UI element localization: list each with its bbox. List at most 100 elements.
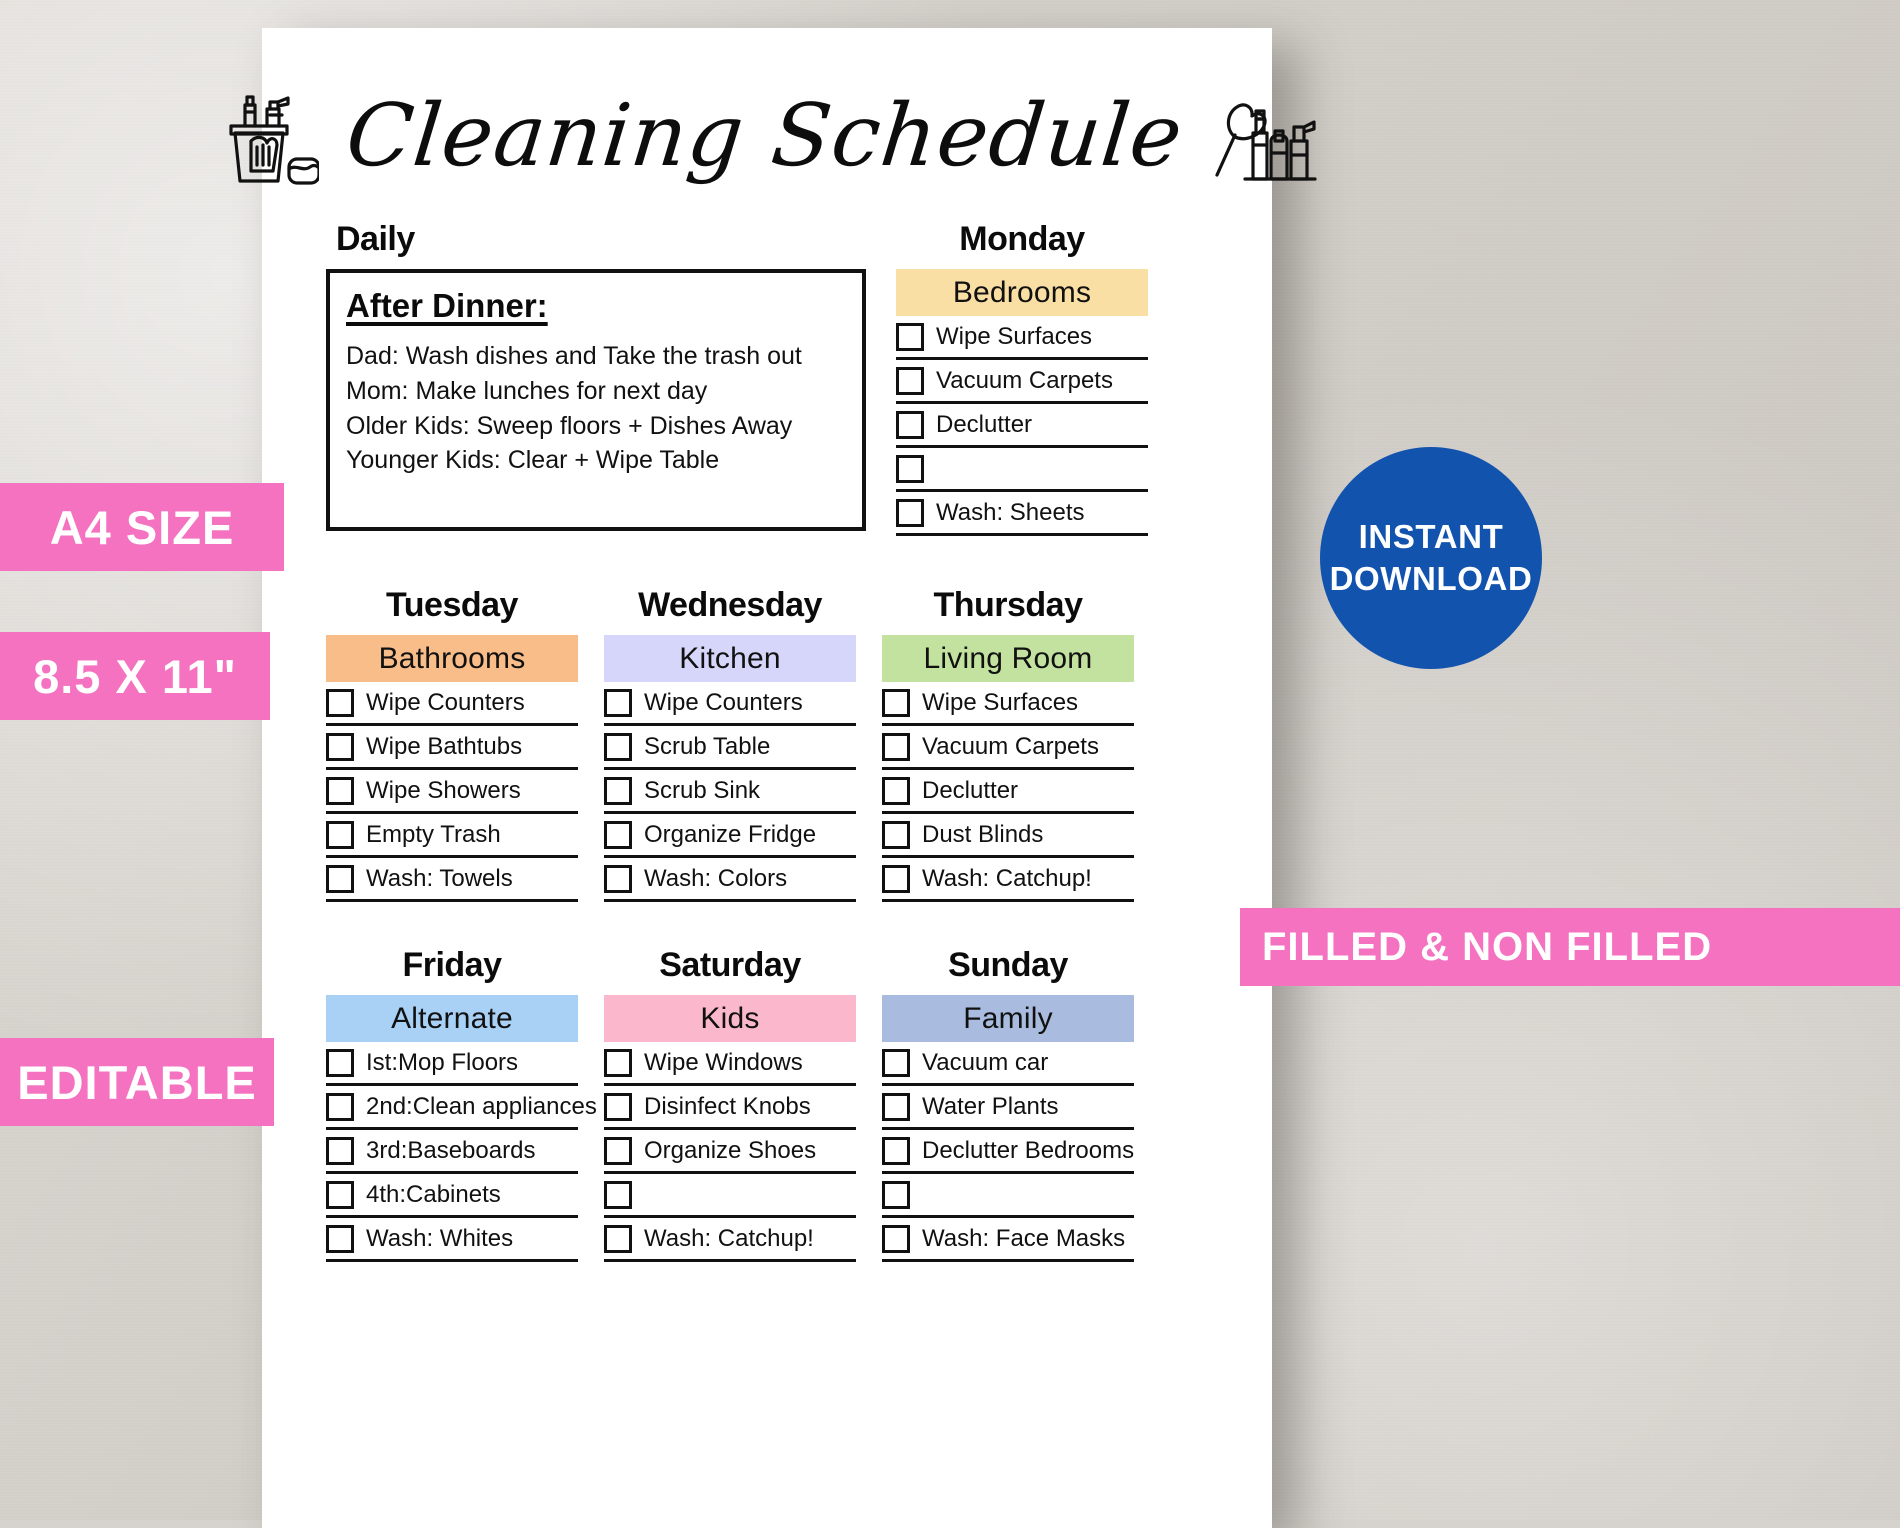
checkbox[interactable] [896, 322, 924, 351]
checkbox[interactable] [882, 1048, 910, 1077]
row-tue-wed-thu: Tuesday Bathrooms Wipe Counters Wipe Bat… [326, 586, 1248, 902]
checkbox[interactable] [882, 688, 910, 717]
task-row[interactable]: Scrub Table [604, 726, 856, 770]
task-row[interactable]: Wipe Counters [604, 682, 856, 726]
checkbox[interactable] [604, 864, 632, 893]
task-label: Water Plants [922, 1092, 1059, 1120]
task-row[interactable]: Water Plants [882, 1086, 1134, 1130]
daily-box: After Dinner: Dad: Wash dishes and Take … [326, 269, 866, 531]
task-row[interactable]: 3rd:Baseboards [326, 1130, 578, 1174]
task-row[interactable]: Wash: Catchup! [604, 1218, 856, 1262]
checkbox[interactable] [326, 1180, 354, 1209]
task-row[interactable]: Vacuum car [882, 1042, 1134, 1086]
task-label: Wipe Bathtubs [366, 732, 523, 760]
task-label: Wash: Sheets [936, 498, 1085, 526]
checkbox[interactable] [882, 864, 910, 893]
checkbox[interactable] [604, 820, 632, 849]
checkbox[interactable] [604, 732, 632, 761]
task-row[interactable]: Disinfect Knobs [604, 1086, 856, 1130]
day-name-monday: Monday [959, 220, 1085, 258]
checkbox[interactable] [896, 498, 924, 527]
task-row[interactable]: Declutter Bedrooms [882, 1130, 1134, 1174]
checkbox[interactable] [326, 732, 354, 761]
checkbox[interactable] [604, 1048, 632, 1077]
category-band-monday: Bedrooms [896, 269, 1148, 316]
task-row[interactable]: Wipe Bathtubs [326, 726, 578, 770]
daily-task-line: Mom: Make lunches for next day [346, 376, 708, 405]
task-row[interactable]: Vacuum Carpets [882, 726, 1134, 770]
checkbox[interactable] [896, 410, 924, 439]
checkbox[interactable] [882, 776, 910, 805]
task-row[interactable]: Wipe Counters [326, 682, 578, 726]
task-row[interactable] [882, 1174, 1134, 1218]
task-label: Vacuum Carpets [922, 732, 1099, 760]
task-label: Wipe Windows [644, 1048, 803, 1076]
checkbox[interactable] [326, 820, 354, 849]
task-row[interactable]: Wipe Surfaces [882, 682, 1134, 726]
day-column-wednesday: Wednesday Kitchen Wipe Counters Scrub Ta… [604, 586, 856, 902]
checkbox[interactable] [326, 864, 354, 893]
checkbox[interactable] [882, 732, 910, 761]
cleaning-bucket-icon [215, 85, 321, 194]
badge-dimensions: 8.5 X 11" [0, 632, 270, 720]
printable-sheet: Cleaning Schedule Daily After Dinner: Da… [229, 28, 1317, 1528]
task-row[interactable]: Wash: Colors [604, 858, 856, 902]
checkbox[interactable] [604, 1224, 632, 1253]
task-row[interactable]: Declutter [896, 404, 1148, 448]
task-row[interactable]: 4th:Cabinets [326, 1174, 578, 1218]
checkbox[interactable] [326, 688, 354, 717]
checkbox[interactable] [882, 820, 910, 849]
category-band-friday: Alternate [326, 995, 578, 1042]
checkbox[interactable] [326, 1224, 354, 1253]
task-row[interactable]: Wash: Face Masks [882, 1218, 1134, 1262]
task-label: Vacuum Carpets [936, 366, 1113, 394]
task-row[interactable]: Wash: Catchup! [882, 858, 1134, 902]
task-row[interactable]: Wipe Windows [604, 1042, 856, 1086]
checkbox[interactable] [896, 366, 924, 395]
task-row[interactable]: Scrub Sink [604, 770, 856, 814]
task-row[interactable]: Empty Trash [326, 814, 578, 858]
task-label: Empty Trash [366, 820, 501, 848]
checkbox[interactable] [604, 688, 632, 717]
task-label: Vacuum car [922, 1048, 1049, 1076]
checkbox[interactable] [896, 454, 924, 483]
badge-a4-size: A4 SIZE [0, 483, 284, 571]
task-label: Declutter [936, 410, 1033, 438]
daily-section: Daily After Dinner: Dad: Wash dishes and… [326, 220, 866, 531]
checkbox[interactable] [882, 1136, 910, 1165]
checkbox[interactable] [604, 1136, 632, 1165]
task-row[interactable]: Organize Shoes [604, 1130, 856, 1174]
checkbox[interactable] [326, 776, 354, 805]
checkbox[interactable] [604, 1180, 632, 1209]
task-row[interactable]: Wipe Surfaces [896, 316, 1148, 360]
task-row[interactable]: Ist:Mop Floors [326, 1042, 578, 1086]
task-row[interactable]: Vacuum Carpets [896, 360, 1148, 404]
task-row[interactable]: 2nd:Clean appliances [326, 1086, 597, 1130]
category-band-thursday: Living Room [882, 635, 1134, 682]
checkbox[interactable] [326, 1136, 354, 1165]
checkbox[interactable] [604, 776, 632, 805]
task-row[interactable]: Wash: Whites [326, 1218, 578, 1262]
task-row[interactable]: Declutter [882, 770, 1134, 814]
day-column-monday: Monday Bedrooms Wipe Surfaces Vacuum Car… [896, 220, 1148, 536]
task-row[interactable]: Wipe Showers [326, 770, 578, 814]
task-label: 3rd:Baseboards [366, 1136, 536, 1164]
daily-heading: Daily [336, 220, 415, 258]
day-name-saturday: Saturday [659, 946, 801, 984]
checkbox[interactable] [326, 1092, 354, 1121]
checkbox[interactable] [882, 1224, 910, 1253]
task-row[interactable]: Wash: Sheets [896, 492, 1148, 536]
badge-instant-line2: DOWNLOAD [1329, 560, 1533, 597]
checkbox[interactable] [882, 1180, 910, 1209]
task-row[interactable]: Dust Blinds [882, 814, 1134, 858]
badge-instant-download: INSTANT DOWNLOAD [1320, 447, 1542, 669]
checkbox[interactable] [882, 1092, 910, 1121]
task-row[interactable] [604, 1174, 856, 1218]
task-row[interactable] [896, 448, 1148, 492]
task-row[interactable]: Wash: Towels [326, 858, 578, 902]
task-row[interactable]: Organize Fridge [604, 814, 856, 858]
daily-task-line: Dad: Wash dishes and Take the trash out [346, 342, 802, 370]
checkbox[interactable] [604, 1092, 632, 1121]
checkbox[interactable] [326, 1048, 354, 1077]
daily-task-line: Younger Kids: Clear + Wipe Table [346, 446, 720, 475]
